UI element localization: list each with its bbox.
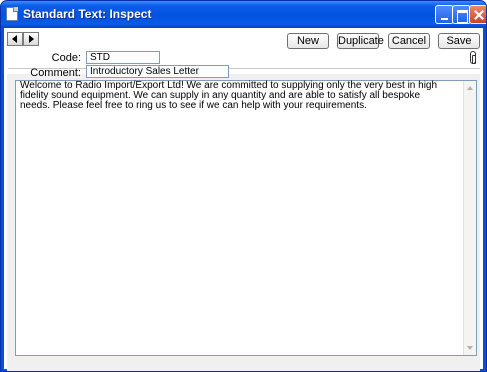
vertical-scrollbar[interactable]: [463, 81, 476, 355]
code-field[interactable]: STD: [86, 51, 160, 64]
arrow-right-icon: [29, 35, 34, 43]
arrow-left-icon: [12, 35, 17, 43]
code-label: Code:: [51, 52, 81, 64]
previous-record-button[interactable]: [7, 32, 23, 46]
text-body-content: Welcome to Radio Import/Export Ltd! We a…: [20, 80, 438, 111]
cancel-button[interactable]: Cancel: [388, 33, 430, 49]
window-client: New Duplicate Cancel Save Code: STD Comm…: [4, 28, 483, 371]
comment-field[interactable]: Introductory Sales Letter: [86, 65, 229, 78]
scroll-up-icon[interactable]: [465, 82, 476, 94]
close-button[interactable]: [469, 5, 486, 24]
document-icon: [6, 7, 18, 21]
new-button[interactable]: New: [287, 33, 329, 49]
scroll-down-icon[interactable]: [465, 342, 476, 354]
text-body-area[interactable]: Welcome to Radio Import/Export Ltd! We a…: [15, 80, 477, 356]
next-record-button[interactable]: [23, 32, 39, 46]
attachment-clip-icon[interactable]: [470, 51, 476, 64]
window-title: Standard Text: Inspect: [23, 7, 152, 21]
app-window: Standard Text: Inspect New Duplicate Can…: [0, 0, 487, 372]
save-button[interactable]: Save: [438, 33, 480, 49]
duplicate-button[interactable]: Duplicate: [337, 33, 384, 49]
title-bar[interactable]: Standard Text: Inspect: [1, 1, 486, 28]
comment-label: Comment:: [30, 67, 81, 79]
